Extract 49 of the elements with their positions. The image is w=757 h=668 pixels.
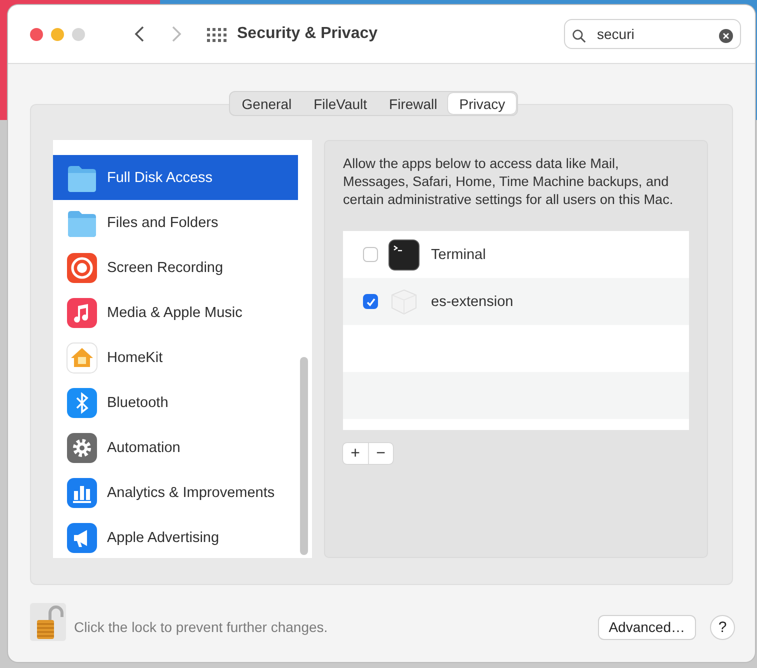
gear-icon [66, 432, 98, 464]
category-item[interactable]: Files and Folders [53, 200, 298, 245]
category-label: Full Disk Access [107, 170, 213, 186]
checkmark-icon [366, 296, 376, 306]
bluetooth-icon [66, 386, 98, 418]
category-label: Apple Advertising [107, 530, 220, 546]
remove-button[interactable]: − [368, 443, 393, 464]
tab[interactable]: Firewall [378, 93, 448, 114]
category-label: Automation [107, 440, 180, 456]
tab[interactable]: Privacy [448, 93, 516, 114]
record-icon [66, 252, 98, 284]
help-button[interactable]: ? [710, 614, 735, 640]
category-label: HomeKit [107, 350, 163, 366]
description-text: Allow the apps below to access data like Mail, Messages, Safari, Home, Time Machine backups, and certain administrative settings for all users on this Mac. [343, 155, 674, 209]
category-item[interactable]: Media & Apple Music [53, 290, 298, 335]
category-label: Media & Apple Music [107, 304, 242, 320]
category-item[interactable]: Analytics & Improvements [53, 470, 298, 515]
category-item[interactable]: Screen Recording [53, 245, 298, 290]
category-item[interactable]: Bluetooth [53, 380, 298, 425]
tab[interactable]: FileVault [302, 93, 378, 114]
category-item[interactable]: Automation [53, 425, 298, 470]
minimize-button[interactable] [51, 28, 64, 40]
music-note-icon [66, 296, 98, 328]
category-label: Bluetooth [107, 394, 168, 410]
add-button[interactable]: + [343, 443, 368, 464]
app-name: Terminal [431, 246, 486, 262]
category-label: Files and Folders [107, 214, 218, 230]
scrollbar-thumb[interactable] [300, 357, 308, 555]
clear-button[interactable] [719, 27, 733, 45]
tab[interactable]: General [230, 93, 303, 114]
category-item[interactable]: HomeKit [53, 335, 298, 380]
advanced-button[interactable]: Advanced… [598, 614, 696, 640]
padlock-icon[interactable] [30, 603, 66, 641]
lock-message: Click the lock to prevent further changes. [74, 619, 329, 635]
checkbox[interactable] [363, 294, 378, 309]
category-item[interactable]: Apple Advertising [53, 515, 298, 558]
terminal-icon [388, 238, 420, 270]
search-field[interactable]: securi [564, 19, 741, 49]
window-title: Security & Privacy [237, 25, 379, 43]
app-name: es-extension [431, 294, 514, 310]
category-label: Screen Recording [107, 260, 224, 276]
checkbox[interactable] [363, 247, 378, 262]
close-button[interactable] [30, 28, 43, 40]
megaphone-icon [66, 522, 98, 554]
house-icon [66, 342, 98, 374]
category-label: Analytics & Improvements [107, 484, 275, 500]
bar-chart-icon [66, 476, 98, 508]
category-item[interactable]: Full Disk Access [53, 155, 298, 200]
grid-icon[interactable] [207, 26, 227, 42]
